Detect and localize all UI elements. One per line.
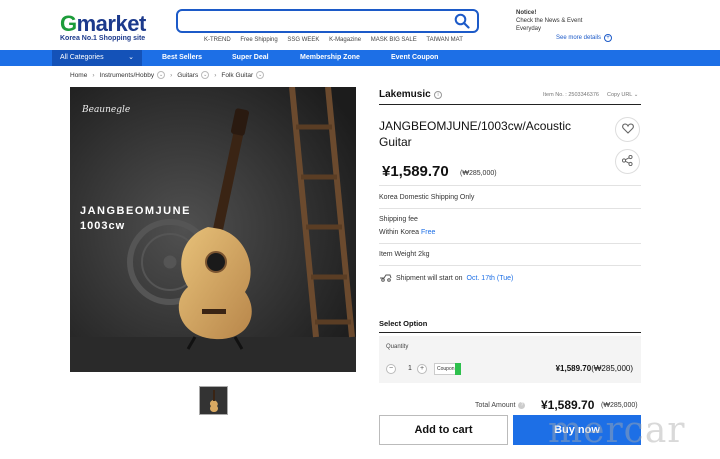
delivery-icon <box>379 272 392 284</box>
breadcrumb-home[interactable]: Home <box>70 72 87 79</box>
total-price: ¥1,589.70 <box>541 398 595 412</box>
shipment-row: Shipment will start on Oct. 17th (Tue) <box>379 272 513 284</box>
quick-link[interactable]: MASK BIG SALE <box>371 37 417 43</box>
notice-line: Everyday <box>516 26 542 32</box>
search-box[interactable] <box>176 9 479 33</box>
divider <box>379 104 641 105</box>
main-nav: All Categories ⌄ Best Sellers Super Deal… <box>0 50 720 66</box>
total-amount-label: Total Amount ? <box>475 402 526 409</box>
select-option-heading: Select Option <box>379 319 428 328</box>
logo-subtitle: Korea No.1 Shopping site <box>60 35 146 42</box>
search-icon[interactable] <box>454 13 470 34</box>
nav-item-best-sellers[interactable]: Best Sellers <box>162 50 202 66</box>
shipment-date: Oct. 17th (Tue) <box>466 274 514 282</box>
notice-box: Notice! Check the News & Event Everyday <box>516 9 582 33</box>
quick-link[interactable]: TAIWAN MAT <box>426 37 463 43</box>
option-price-krw: (₩285,000) <box>591 364 633 373</box>
product-title: JANGBEOMJUNE/1003cw/Acoustic Guitar <box>379 119 572 149</box>
breadcrumb-separator: › <box>170 71 173 79</box>
divider <box>379 243 641 244</box>
breadcrumb-item[interactable]: Guitars <box>177 72 198 79</box>
coupon-label: Coupon <box>437 366 455 372</box>
option-price: ¥1,589.70(₩285,000) <box>556 364 633 373</box>
quantity-increase-button[interactable]: + <box>417 364 427 374</box>
gmarket-logo[interactable]: Gmarket <box>60 11 146 37</box>
coupon-button[interactable]: Coupon <box>434 363 461 375</box>
option-box: Quantity − 1 + Coupon ¥1,589.70(₩285,000… <box>379 336 641 383</box>
quick-link[interactable]: K-Magazine <box>329 37 361 43</box>
item-weight-value: 2kg <box>418 251 430 258</box>
breadcrumb: Home › Instruments/Hobby ⌄ › Guitars ⌄ ›… <box>70 71 265 79</box>
product-price: ¥1,589.70 <box>382 163 449 180</box>
image-overlay-model: 1003cw <box>80 220 126 232</box>
chevron-down-icon[interactable]: ⌄ <box>201 71 210 79</box>
product-main-image[interactable]: Beaunegle JANGBEOMJUNE 1003cw <box>70 87 356 372</box>
product-thumbnail[interactable] <box>199 386 228 415</box>
share-icon <box>621 153 633 171</box>
quick-link[interactable]: Free Shipping <box>240 37 277 43</box>
breadcrumb-item[interactable]: Instruments/Hobby <box>100 72 155 79</box>
divider <box>379 332 641 333</box>
notice-line: Check the News & Event <box>516 18 583 24</box>
chevron-down-icon: ⌄ <box>128 54 134 61</box>
see-more-link[interactable]: See more details + <box>556 34 613 42</box>
shipping-type: Korea Domestic Shipping Only <box>379 194 475 201</box>
help-icon[interactable]: ? <box>518 402 526 409</box>
buy-now-button[interactable]: Buy now <box>513 415 641 445</box>
total-label-text: Total Amount <box>475 402 516 409</box>
logo-text: market <box>76 11 147 36</box>
search-input[interactable] <box>186 11 456 31</box>
product-price-krw: (₩285,000) <box>460 170 497 177</box>
item-number: Item No. : 2503346376 <box>543 92 599 98</box>
site-header: Gmarket Korea No.1 Shopping site K-TREND… <box>0 0 720 50</box>
seller-name[interactable]: Lakemusic <box>379 89 431 100</box>
copy-url-label: Copy URL <box>607 92 633 98</box>
breadcrumb-separator: › <box>92 71 95 79</box>
chevron-down-icon[interactable]: ⌄ <box>157 71 166 79</box>
divider <box>379 265 641 266</box>
divider <box>379 208 641 209</box>
logo-letter-g: G <box>60 11 77 36</box>
option-price-value: ¥1,589.70 <box>555 364 592 373</box>
notice-title: Notice! <box>516 10 537 16</box>
quick-links: K-TREND Free Shipping SSG WEEK K-Magazin… <box>204 37 471 43</box>
divider <box>379 185 641 186</box>
all-categories-button[interactable]: All Categories ⌄ <box>52 50 142 66</box>
info-icon[interactable]: i <box>434 91 442 99</box>
shipping-fee-row: Within Korea Free <box>379 229 435 236</box>
shipping-fee-label: Shipping fee <box>379 216 418 223</box>
total-price-krw: (₩285,000) <box>601 402 638 409</box>
nav-item-event-coupon[interactable]: Event Coupon <box>391 50 438 66</box>
all-categories-label: All Categories <box>60 54 104 61</box>
image-overlay-title: JANGBEOMJUNE <box>80 205 191 217</box>
quick-link[interactable]: K-TREND <box>204 37 231 43</box>
coupon-indicator <box>455 363 461 375</box>
shipment-text: Shipment will start on <box>396 274 463 282</box>
wishlist-button[interactable] <box>615 117 640 142</box>
see-more-label: See more details <box>556 35 602 41</box>
nav-item-membership-zone[interactable]: Membership Zone <box>300 50 360 66</box>
shipping-within: Within Korea <box>379 229 420 236</box>
item-weight-label: Item Weight <box>379 251 417 258</box>
quantity-value[interactable]: 1 <box>405 365 415 372</box>
quantity-label: Quantity <box>386 344 409 350</box>
breadcrumb-separator: › <box>214 71 217 79</box>
quick-link[interactable]: SSG WEEK <box>287 37 319 43</box>
chevron-down-icon[interactable]: ⌄ <box>256 71 265 79</box>
share-button[interactable] <box>615 149 640 174</box>
quantity-decrease-button[interactable]: − <box>386 364 396 374</box>
plus-icon: + <box>604 34 613 42</box>
add-to-cart-button[interactable]: Add to cart <box>379 415 508 445</box>
item-weight-row: Item Weight 2kg <box>379 251 429 258</box>
nav-item-super-deal[interactable]: Super Deal <box>232 50 269 66</box>
shipping-fee-value: Free <box>421 229 436 236</box>
heart-icon <box>621 121 634 139</box>
breadcrumb-item[interactable]: Folk Guitar <box>221 72 253 79</box>
brand-script-logo: Beaunegle <box>82 105 131 115</box>
copy-url-button[interactable]: Copy URL ⌄ <box>607 92 638 98</box>
